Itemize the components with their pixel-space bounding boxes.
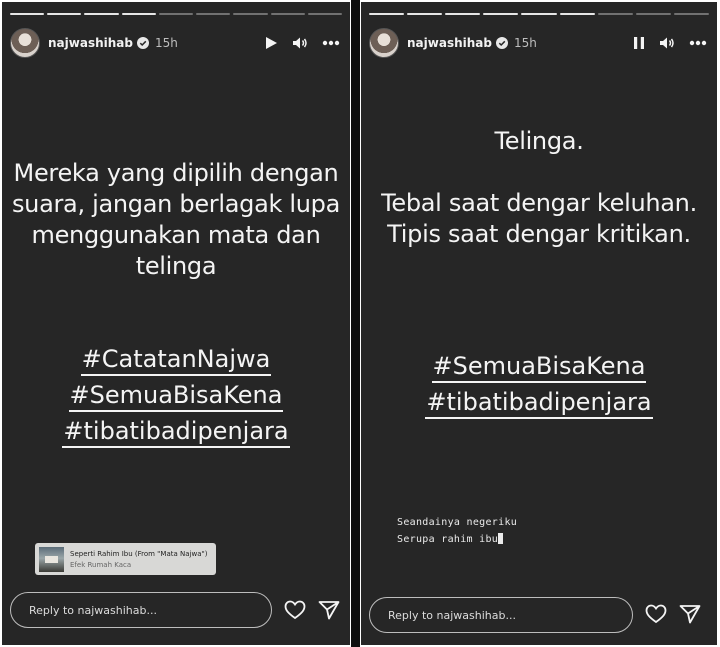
avatar[interactable] bbox=[369, 28, 399, 58]
story-header: najwashihab 15h bbox=[369, 28, 707, 58]
reply-input[interactable]: Reply to najwashihab... bbox=[10, 592, 272, 628]
story-progress-bar bbox=[10, 13, 342, 15]
hashtag-link[interactable]: #SemuaBisaKena bbox=[431, 351, 647, 383]
progress-segment bbox=[635, 13, 671, 15]
progress-segment bbox=[521, 13, 557, 15]
pause-icon[interactable] bbox=[633, 36, 645, 50]
lyrics-line-2: Serupa rahim ibu bbox=[397, 533, 504, 545]
progress-segment bbox=[307, 13, 342, 15]
heart-icon[interactable] bbox=[284, 600, 306, 620]
story-text-block: Mereka yang dipilih dengan suara, jangan… bbox=[2, 158, 350, 282]
verified-badge-icon bbox=[136, 37, 149, 49]
story-text-line: telinga bbox=[135, 252, 217, 280]
story-header: najwashihab 15h bbox=[10, 28, 340, 58]
text-cursor bbox=[498, 533, 504, 544]
progress-segment bbox=[369, 13, 405, 15]
story-text-block: Telinga. Tebal saat dengar keluhan. Tipi… bbox=[361, 126, 717, 250]
play-icon[interactable] bbox=[264, 36, 278, 50]
hashtag-link[interactable]: #CatatanNajwa bbox=[80, 344, 272, 376]
hashtag-link[interactable]: #tibatibadipenjara bbox=[62, 416, 290, 448]
story-text-line bbox=[361, 157, 717, 188]
progress-segment bbox=[196, 13, 231, 15]
volume-icon[interactable] bbox=[292, 36, 308, 50]
progress-segment bbox=[233, 13, 268, 15]
story-text-line: menggunakan mata dan bbox=[31, 221, 321, 249]
hashtag-block: #SemuaBisaKena #tibatibadipenjara bbox=[361, 349, 717, 421]
music-sticker[interactable]: Seperti Rahim Ibu (From "Mata Najwa") Ef… bbox=[35, 543, 216, 575]
story-text-line: Tipis saat dengar kritikan. bbox=[387, 220, 691, 248]
story-text-line: suara, jangan berlagak lupa bbox=[11, 190, 341, 218]
progress-segment bbox=[673, 13, 709, 15]
progress-segment bbox=[47, 13, 82, 15]
progress-segment bbox=[483, 13, 519, 15]
progress-segment bbox=[10, 13, 45, 15]
more-icon[interactable] bbox=[322, 40, 340, 46]
send-icon[interactable] bbox=[679, 604, 701, 624]
story-viewer-left[interactable]: najwashihab 15h Mereka yang dipilih deng… bbox=[2, 2, 350, 645]
lyrics-line: Serupa rahim ibu bbox=[397, 534, 499, 545]
send-icon[interactable] bbox=[318, 600, 340, 620]
music-title: Seperti Rahim Ibu (From "Mata Najwa") bbox=[70, 549, 208, 558]
lyrics-line: Seandainya negeriku bbox=[397, 517, 518, 528]
progress-segment bbox=[445, 13, 481, 15]
heart-icon[interactable] bbox=[645, 604, 667, 624]
progress-segment bbox=[84, 13, 119, 15]
volume-icon[interactable] bbox=[659, 36, 675, 50]
story-timestamp: 15h bbox=[513, 36, 537, 50]
hashtag-link[interactable]: #tibatibadipenjara bbox=[425, 387, 653, 419]
progress-segment bbox=[559, 13, 595, 15]
story-text-line: Telinga. bbox=[494, 127, 584, 155]
verified-badge-icon bbox=[495, 37, 508, 49]
progress-segment bbox=[597, 13, 633, 15]
progress-segment bbox=[158, 13, 194, 15]
username[interactable]: najwashihab bbox=[48, 36, 133, 50]
username[interactable]: najwashihab bbox=[407, 36, 492, 50]
panel-divider bbox=[351, 0, 360, 647]
avatar[interactable] bbox=[10, 28, 40, 58]
hashtag-link[interactable]: #SemuaBisaKena bbox=[68, 380, 284, 412]
music-artist: Efek Rumah Kaca bbox=[70, 560, 132, 569]
story-timestamp: 15h bbox=[154, 36, 178, 50]
music-cover-art bbox=[39, 546, 64, 572]
story-text-line: Tebal saat dengar keluhan. bbox=[381, 189, 697, 217]
story-viewer-right[interactable]: najwashihab 15h Telinga. Tebal saat deng… bbox=[361, 2, 717, 645]
reply-input[interactable]: Reply to najwashihab... bbox=[369, 597, 633, 633]
story-progress-bar bbox=[369, 13, 709, 15]
progress-segment bbox=[270, 13, 305, 15]
more-icon[interactable] bbox=[689, 40, 707, 46]
progress-segment bbox=[121, 13, 156, 15]
progress-segment bbox=[407, 13, 443, 15]
hashtag-block: #CatatanNajwa #SemuaBisaKena #tibatibadi… bbox=[2, 342, 350, 450]
story-text-line: Mereka yang dipilih dengan bbox=[13, 159, 339, 187]
